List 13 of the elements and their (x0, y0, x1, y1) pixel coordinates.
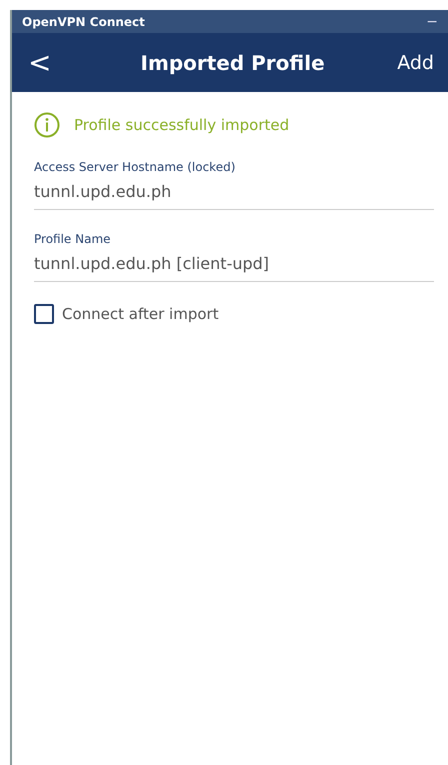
checkbox-label: Connect after import (62, 305, 219, 323)
field-label: Access Server Hostname (locked) (34, 160, 236, 174)
page-title: Imported Profile (140, 50, 326, 74)
text-field[interactable]: tunnl.upd.edu.ph [client-upd] (34, 252, 434, 282)
success-message: Profile successfully imported (74, 116, 290, 134)
add-button[interactable]: Add (397, 52, 434, 74)
window-title: OpenVPN Connect (22, 14, 146, 28)
info-icon (34, 112, 60, 138)
window-control[interactable]: − (422, 14, 448, 30)
field-label: Profile Name (34, 232, 112, 246)
checkbox[interactable] (34, 304, 54, 324)
back-button[interactable]: < (28, 46, 68, 79)
text-field[interactable]: tunnl.upd.edu.ph (34, 180, 434, 210)
